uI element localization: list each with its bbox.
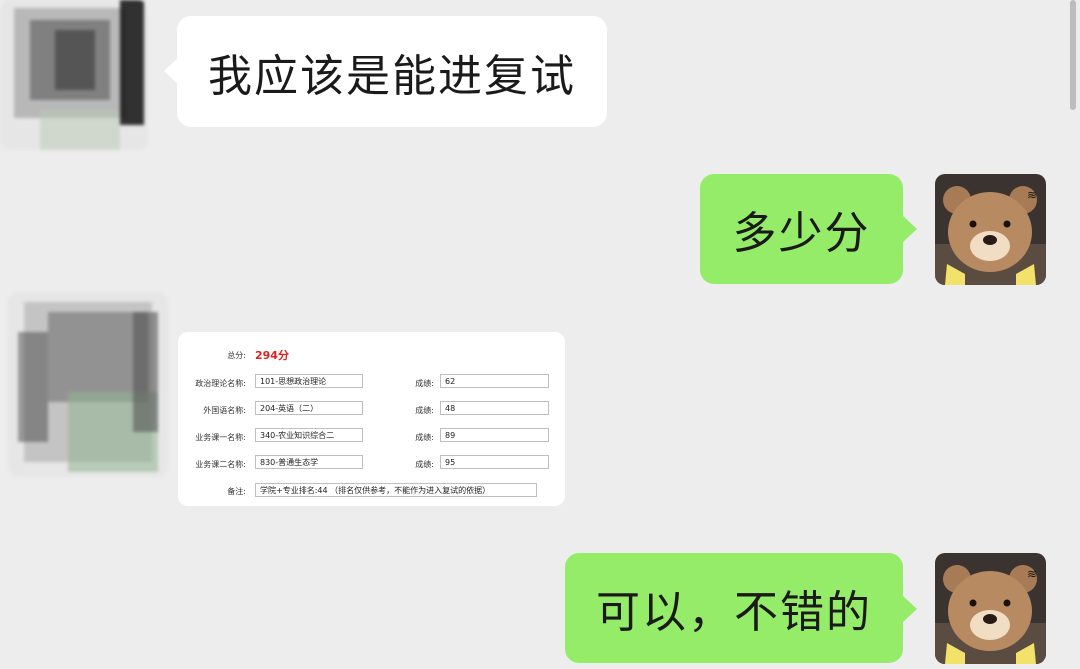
message-text: 可以，不错的 [596, 587, 872, 638]
svg-text:≋: ≋ [1027, 567, 1037, 581]
contact-avatar[interactable] [8, 292, 168, 477]
score-label: 成绩: [415, 433, 434, 442]
subject-field: 340-农业知识综合二 [255, 428, 363, 442]
self-avatar[interactable]: ≋ [935, 553, 1046, 664]
subject-field: 204-英语（二） [255, 401, 363, 415]
bubble-tail [903, 596, 917, 622]
score-field: 89 [440, 428, 549, 442]
subject-field: 830-普通生态学 [255, 455, 363, 469]
row-label: 业务课一名称: [195, 433, 246, 442]
score-field: 62 [440, 374, 549, 388]
svg-text:≋: ≋ [1027, 188, 1037, 202]
score-field: 48 [440, 401, 549, 415]
total-score: 294分 [255, 349, 289, 362]
row-label: 业务课二名称: [195, 460, 246, 469]
score-label: 成绩: [415, 460, 434, 469]
teddy-bear-avatar-icon: ≋ [935, 553, 1046, 664]
row-label: 政治理论名称: [195, 379, 246, 388]
message-text: 我应该是能进复试 [208, 50, 576, 102]
scrollbar[interactable] [1070, 0, 1076, 110]
bubble-tail [164, 58, 178, 84]
contact-avatar[interactable] [0, 0, 148, 150]
blurred-avatar-icon [0, 0, 148, 150]
message-bubble-sent[interactable]: 可以，不错的 [565, 553, 903, 663]
message-bubble-sent[interactable]: 多少分 [700, 174, 903, 284]
score-label: 成绩: [415, 379, 434, 388]
note-field: 学院+专业排名:44 （排名仅供参考，不能作为进入复试的依据） [255, 483, 537, 497]
total-label: 总分: [227, 351, 246, 360]
bubble-tail [903, 216, 917, 242]
self-avatar[interactable]: ≋ [935, 174, 1046, 285]
score-report-image[interactable]: 总分: 294分 政治理论名称: 101-思想政治理论 成绩: 62 外国语名称… [178, 332, 565, 506]
note-label: 备注: [227, 487, 246, 496]
row-label: 外国语名称: [203, 406, 246, 415]
score-label: 成绩: [415, 406, 434, 415]
message-bubble-received[interactable]: 我应该是能进复试 [177, 16, 607, 127]
subject-field: 101-思想政治理论 [255, 374, 363, 388]
score-field: 95 [440, 455, 549, 469]
blurred-avatar-icon [8, 292, 168, 477]
teddy-bear-avatar-icon: ≋ [935, 174, 1046, 285]
message-text: 多少分 [732, 208, 871, 259]
